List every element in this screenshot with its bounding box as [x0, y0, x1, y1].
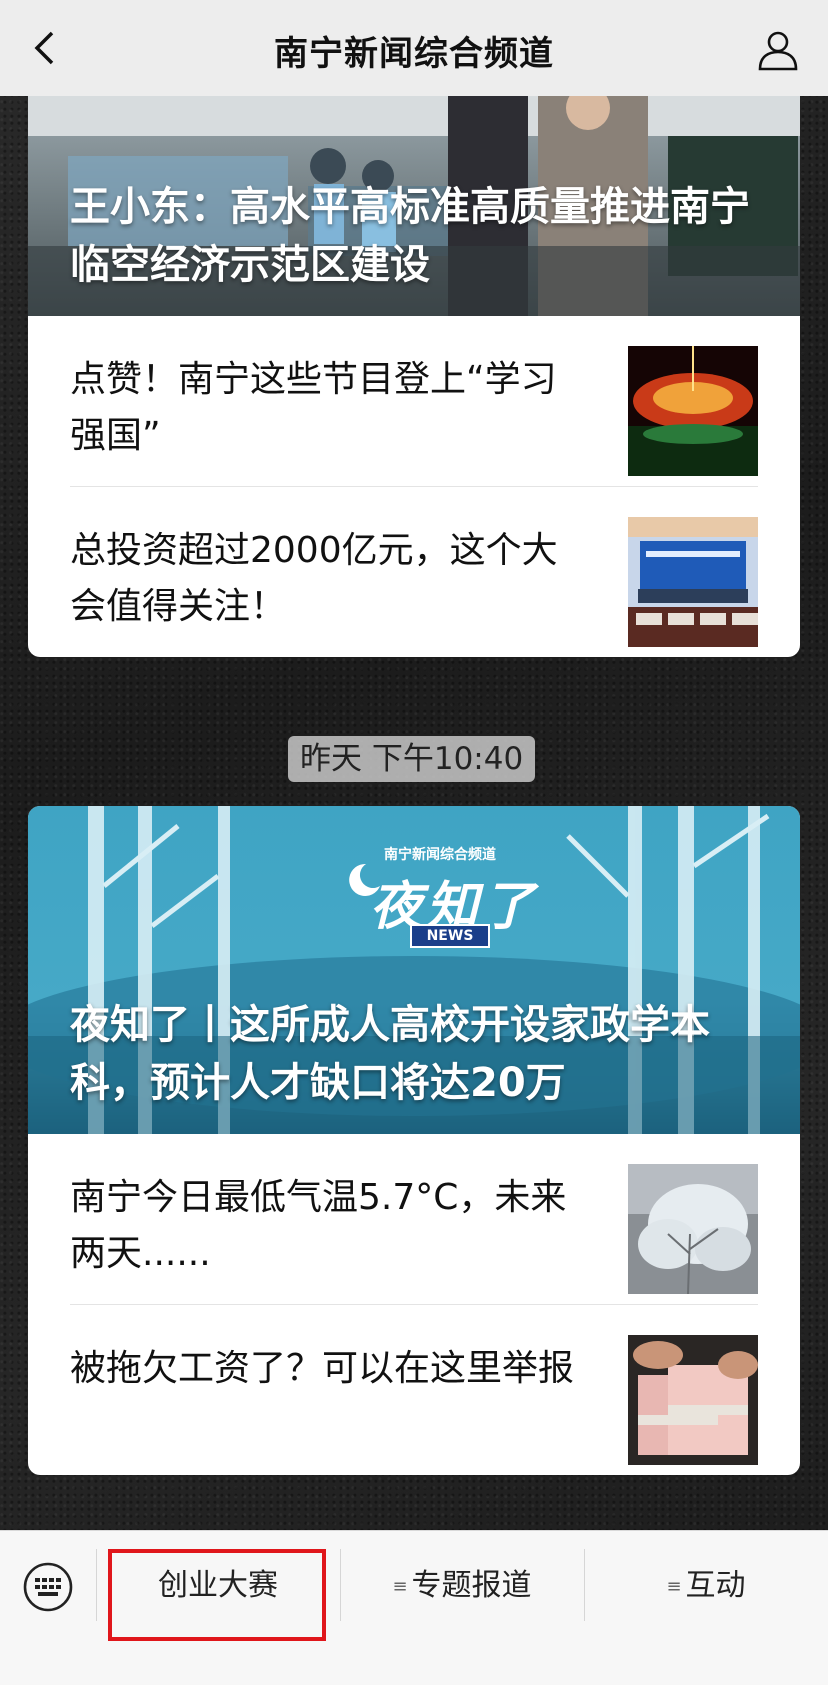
- cash-bundles-photo: [628, 1335, 758, 1465]
- list-item-title: 总投资超过2000亿元，这个大会值得关注！: [70, 530, 558, 627]
- stage-fireworks-photo: [628, 346, 758, 476]
- page-title: 南宁新闻综合频道: [274, 34, 554, 74]
- list-item-title: 被拖欠工资了？可以在这里举报: [70, 1348, 575, 1389]
- keyboard-icon[interactable]: [22, 1561, 74, 1613]
- list-item-title: 点赞！南宁这些节目登上“学习强国”: [70, 359, 557, 456]
- article-card-1: 王小东：高水平高标准高质量推进南宁临空经济示范区建设 点赞！南宁这些节目登上“学…: [28, 96, 800, 657]
- menu-divider: [340, 1549, 341, 1621]
- menu-divider: [584, 1549, 585, 1621]
- menu-divider: [96, 1549, 97, 1621]
- hero-title: 王小东：高水平高标准高质量推进南宁临空经济示范区建设: [70, 184, 750, 288]
- timestamp-label: 昨天 下午10:40: [288, 736, 536, 782]
- list-item[interactable]: 点赞！南宁这些节目登上“学习强国”: [70, 316, 758, 486]
- frost-tree-photo: [628, 1164, 758, 1294]
- list-item[interactable]: 总投资超过2000亿元，这个大会值得关注！: [70, 486, 758, 657]
- list-item[interactable]: 南宁今日最低气温5.7°C，未来两天......: [70, 1134, 758, 1304]
- submenu-lines-icon: ≡: [392, 1575, 408, 1597]
- hero-article[interactable]: 王小东：高水平高标准高质量推进南宁临空经济示范区建设: [28, 96, 800, 316]
- highlight-annotation-box: [108, 1549, 326, 1641]
- person-icon[interactable]: [756, 28, 800, 72]
- hero-logo-badge: NEWS: [410, 924, 490, 948]
- hero-channel-label: 南宁新闻综合频道: [384, 847, 496, 863]
- top-nav-bar: 南宁新闻综合频道: [0, 0, 828, 96]
- menu-button-label: 专题报道: [411, 1568, 532, 1603]
- menu-button-label: 互动: [685, 1568, 746, 1603]
- hero-article[interactable]: 南宁新闻综合频道 夜知了 NEWS 夜知了丨这所成人高校开设家政学本科，预计人才…: [28, 806, 800, 1134]
- submenu-lines-icon: ≡: [666, 1575, 682, 1597]
- menu-button-special-reports[interactable]: ≡ 专题报道: [342, 1541, 582, 1631]
- menu-button-interact[interactable]: ≡ 互动: [586, 1541, 826, 1631]
- article-card-2: 南宁新闻综合频道 夜知了 NEWS 夜知了丨这所成人高校开设家政学本科，预计人才…: [28, 806, 800, 1475]
- hero-title: 夜知了丨这所成人高校开设家政学本科，预计人才缺口将达20万: [70, 1002, 710, 1106]
- list-item-title: 南宁今日最低气温5.7°C，未来两天......: [70, 1177, 567, 1274]
- press-conference-photo: [628, 517, 758, 647]
- list-item[interactable]: 被拖欠工资了？可以在这里举报: [70, 1304, 758, 1475]
